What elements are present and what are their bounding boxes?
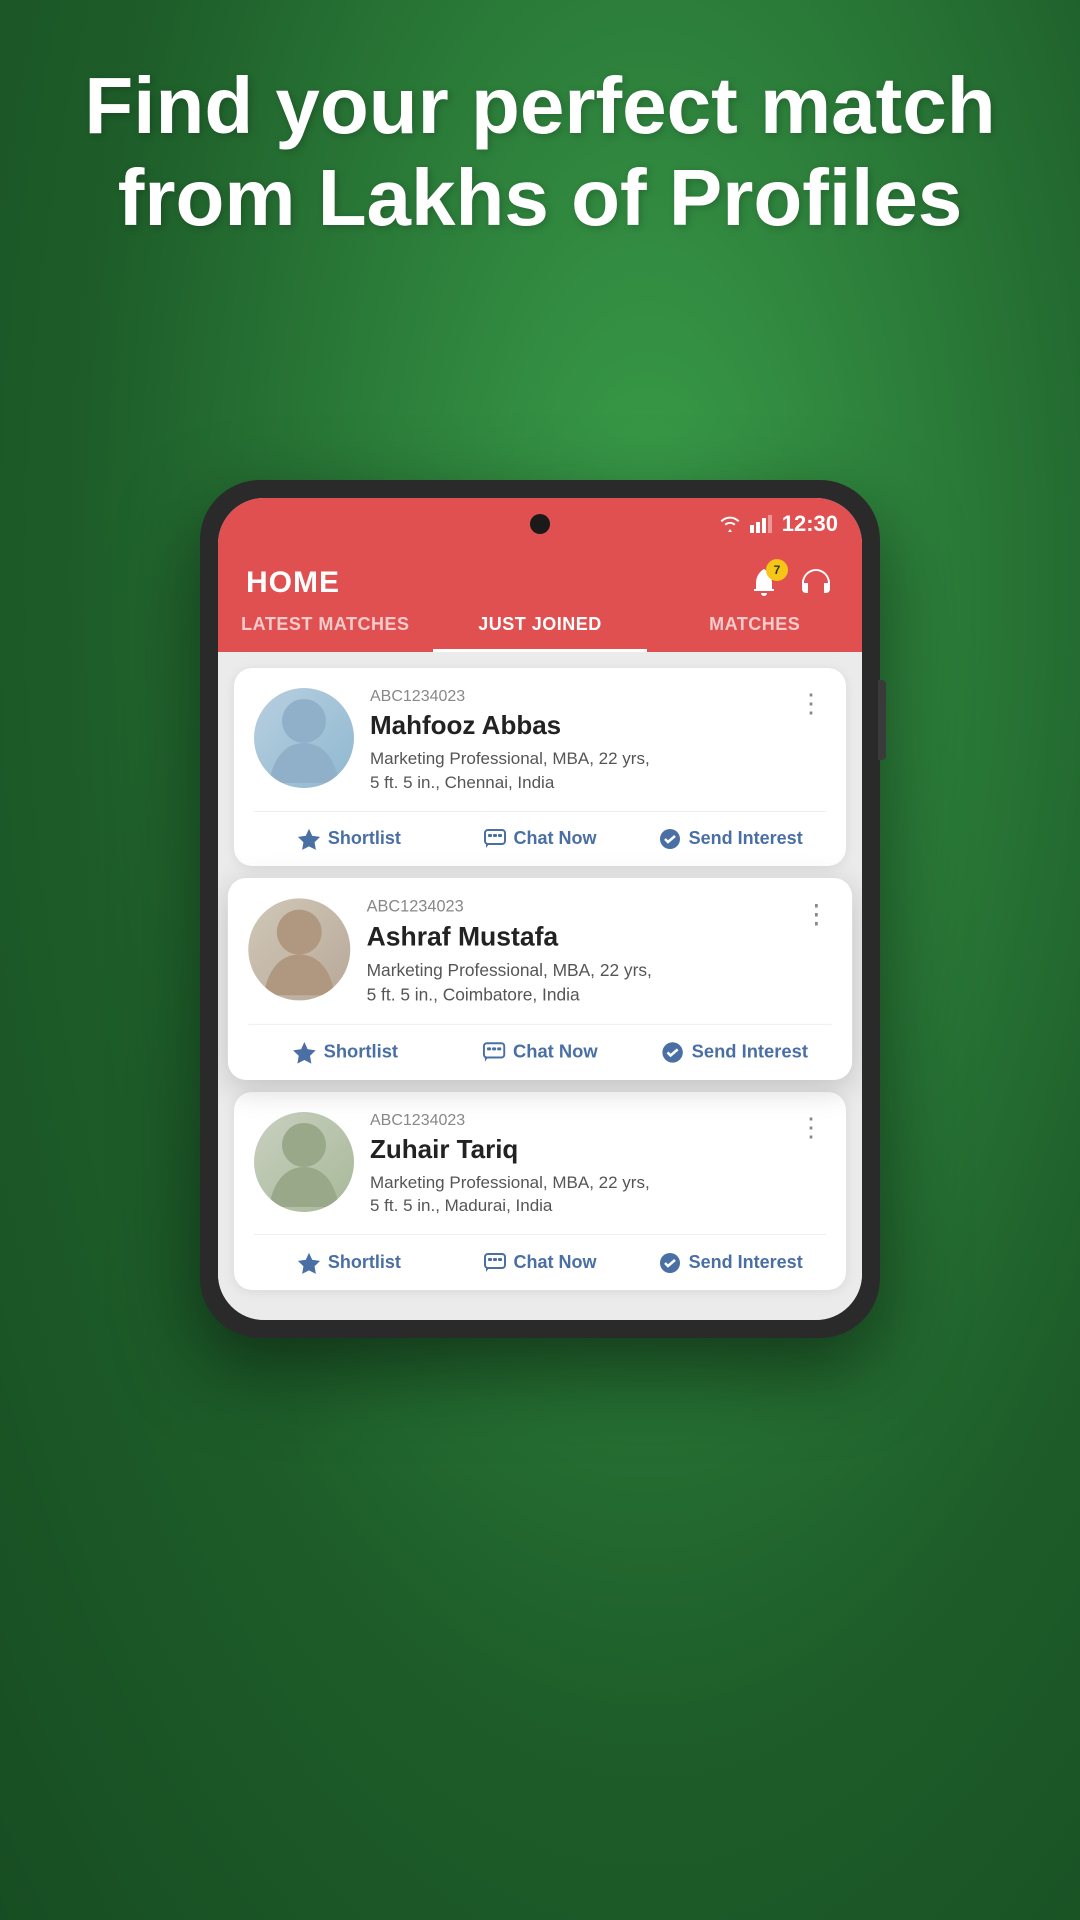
profile-card-2: ABC1234023 Ashraf Mustafa Marketing Prof… xyxy=(228,878,852,1080)
card-actions-1: Shortlist xyxy=(234,812,846,866)
shortlist-button-2[interactable]: Shortlist xyxy=(248,1041,442,1064)
interest-button-2[interactable]: Send Interest xyxy=(637,1041,831,1064)
wifi-icon xyxy=(718,515,742,533)
app-header-title: HOME xyxy=(246,566,340,600)
chat-bubble-icon-2 xyxy=(482,1041,504,1063)
profile-info-3: ABC1234023 Zuhair Tariq Marketing Profes… xyxy=(370,1112,782,1219)
avatar-3 xyxy=(254,1112,354,1212)
shortlist-label-2: Shortlist xyxy=(324,1041,398,1062)
hero-section: Find your perfect match from Lakhs of Pr… xyxy=(0,60,1080,244)
chat-label-1: Chat Now xyxy=(514,828,597,849)
profile-name-2: Ashraf Mustafa xyxy=(367,921,787,953)
interest-button-3[interactable]: Send Interest xyxy=(635,1251,826,1273)
profile-id-1: ABC1234023 xyxy=(370,688,782,706)
shortlist-button-1[interactable]: Shortlist xyxy=(254,828,445,850)
chat-icon-2 xyxy=(482,1041,504,1064)
more-button-1[interactable]: ⋮ xyxy=(798,688,826,719)
chat-bubble-icon xyxy=(484,828,506,850)
shortlist-label-3: Shortlist xyxy=(328,1252,401,1273)
chat-label-2: Chat Now xyxy=(513,1041,598,1062)
interest-label-3: Send Interest xyxy=(689,1252,803,1273)
card-top-2: ABC1234023 Ashraf Mustafa Marketing Prof… xyxy=(228,878,852,1023)
person-silhouette-3 xyxy=(269,1117,339,1207)
tab-latest-matches[interactable]: LATEST MATCHES xyxy=(218,614,433,652)
more-button-3[interactable]: ⋮ xyxy=(798,1112,826,1143)
shortlist-star-icon-2 xyxy=(293,1041,315,1063)
profile-id-3: ABC1234023 xyxy=(370,1112,782,1130)
profile-details-2: Marketing Professional, MBA, 22 yrs, 5 f… xyxy=(367,958,787,1007)
person-silhouette-2 xyxy=(264,903,335,995)
shortlist-label-1: Shortlist xyxy=(328,828,401,849)
status-bar: 12:30 xyxy=(218,498,862,550)
profile-name-3: Zuhair Tariq xyxy=(370,1134,782,1165)
profile-details-1: Marketing Professional, MBA, 22 yrs, 5 f… xyxy=(370,747,782,795)
chat-bubble-icon-3 xyxy=(484,1252,506,1274)
card-top-1: ABC1234023 Mahfooz Abbas Marketing Profe… xyxy=(234,668,846,811)
card-actions-2: Shortlist xyxy=(228,1024,852,1079)
shortlist-star-icon xyxy=(298,828,320,850)
tab-bar: LATEST MATCHES JUST JOINED MATCHES xyxy=(218,600,862,652)
star-icon-2 xyxy=(293,1041,315,1064)
check-icon-3 xyxy=(659,1251,681,1273)
profile-card-1: ABC1234023 Mahfooz Abbas Marketing Profe… xyxy=(234,668,846,866)
card-top-3: ABC1234023 Zuhair Tariq Marketing Profes… xyxy=(234,1092,846,1235)
chat-button-3[interactable]: Chat Now xyxy=(445,1251,636,1273)
star-icon-3 xyxy=(298,1251,320,1273)
star-icon-1 xyxy=(298,828,320,850)
chat-button-2[interactable]: Chat Now xyxy=(443,1041,637,1064)
check-icon-2 xyxy=(661,1041,683,1064)
profile-card-3: ABC1234023 Zuhair Tariq Marketing Profes… xyxy=(234,1092,846,1290)
camera-notch xyxy=(530,514,550,534)
chat-label-3: Chat Now xyxy=(514,1252,597,1273)
interest-button-1[interactable]: Send Interest xyxy=(635,828,826,850)
shortlist-star-icon-3 xyxy=(298,1252,320,1274)
profile-info-1: ABC1234023 Mahfooz Abbas Marketing Profe… xyxy=(370,688,782,795)
headset-icon xyxy=(798,567,834,599)
status-icons xyxy=(718,515,772,533)
send-interest-icon-2 xyxy=(661,1041,683,1063)
profile-id-2: ABC1234023 xyxy=(367,898,787,916)
signal-icon xyxy=(750,515,772,533)
avatar-1 xyxy=(254,688,354,788)
app-header: HOME 7 xyxy=(218,550,862,600)
chat-icon-1 xyxy=(484,828,506,850)
check-icon-1 xyxy=(659,828,681,850)
notification-bell[interactable]: 7 xyxy=(748,567,780,599)
chat-icon-3 xyxy=(484,1251,506,1273)
phone-power-button xyxy=(878,680,886,760)
profile-details-3: Marketing Professional, MBA, 22 yrs, 5 f… xyxy=(370,1171,782,1219)
avatar-2 xyxy=(248,898,350,1000)
card-actions-3: Shortlist xyxy=(234,1235,846,1289)
send-interest-icon xyxy=(659,828,681,850)
profile-info-2: ABC1234023 Ashraf Mustafa Marketing Prof… xyxy=(367,898,787,1007)
profile-name-1: Mahfooz Abbas xyxy=(370,710,782,741)
chat-button-1[interactable]: Chat Now xyxy=(445,828,636,850)
cards-area: ABC1234023 Mahfooz Abbas Marketing Profe… xyxy=(218,652,862,1320)
phone-screen: 12:30 HOME 7 xyxy=(218,498,862,1320)
phone-mockup: 12:30 HOME 7 xyxy=(200,480,880,1338)
interest-label-1: Send Interest xyxy=(689,828,803,849)
tab-matches[interactable]: MATCHES xyxy=(647,614,862,652)
status-time: 12:30 xyxy=(782,511,838,537)
hero-title: Find your perfect match from Lakhs of Pr… xyxy=(60,60,1020,244)
more-button-2[interactable]: ⋮ xyxy=(803,898,832,930)
tab-just-joined[interactable]: JUST JOINED xyxy=(433,614,648,652)
interest-label-2: Send Interest xyxy=(692,1041,808,1062)
headset-icon-wrapper[interactable] xyxy=(798,567,834,599)
header-icons: 7 xyxy=(748,567,834,599)
phone-frame: 12:30 HOME 7 xyxy=(200,480,880,1338)
person-silhouette-1 xyxy=(269,693,339,783)
shortlist-button-3[interactable]: Shortlist xyxy=(254,1251,445,1273)
notification-badge: 7 xyxy=(766,559,788,581)
send-interest-icon-3 xyxy=(659,1252,681,1274)
